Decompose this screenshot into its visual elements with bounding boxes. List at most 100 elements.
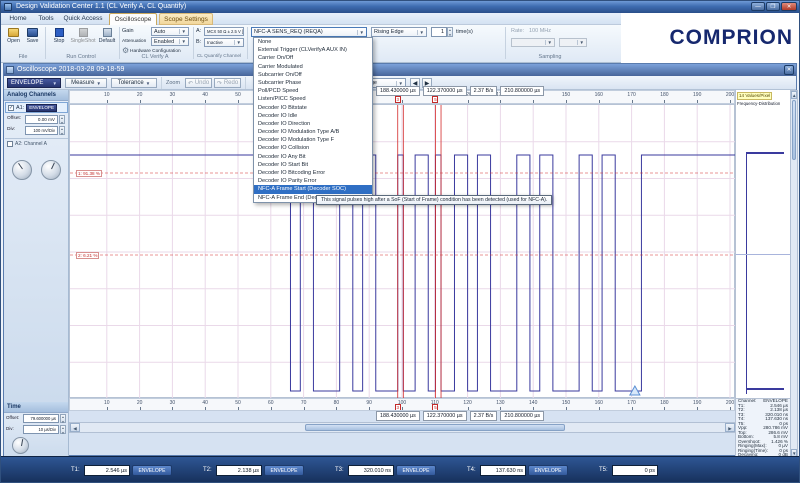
trigger-dropdown-item[interactable]: Decoder IO Bitstate xyxy=(254,104,372,112)
vscroll-thumb[interactable] xyxy=(792,100,796,160)
overlay-value[interactable]: 188.430000 µs xyxy=(376,411,420,421)
t4-channel-chip[interactable]: ENVELOPE xyxy=(528,465,568,476)
tab-scope-settings[interactable]: Scope Settings xyxy=(159,13,213,25)
maximize-button[interactable]: ❐ xyxy=(766,2,780,11)
overlay-value[interactable]: 210.800000 µs xyxy=(500,411,545,421)
tab-oscilloscope[interactable]: Oscilloscope xyxy=(109,13,157,25)
time-div-field[interactable]: 10 µs/Div xyxy=(23,425,59,434)
cl-verify-group-label: CL Verify A xyxy=(141,54,169,60)
time-div-stepper[interactable]: ▲ ▼ xyxy=(60,425,66,435)
t1-channel-chip[interactable]: ENVELOPE xyxy=(132,465,172,476)
save-button[interactable]: Save xyxy=(24,28,41,44)
cursor-tag[interactable]: 5 xyxy=(432,404,439,410)
channel-a-combo[interactable]: MCX 50 Ω ± 2.5 V [E]▼ xyxy=(204,27,244,36)
scroll-right-arrow[interactable]: ▶ xyxy=(725,423,735,432)
t2-channel-chip[interactable]: ENVELOPE xyxy=(264,465,304,476)
trigger-dropdown-item[interactable]: Decoder IO Start Bit xyxy=(254,161,372,169)
trigger-dropdown-item[interactable]: Decoder IO Direction xyxy=(254,120,372,128)
trigger-dropdown-item[interactable]: Subcarrier Phase xyxy=(254,79,372,87)
trigger-count-stepper[interactable]: ▲ ▼ xyxy=(447,27,453,37)
zoom-undo-button[interactable]: ↶ Undo xyxy=(185,78,212,88)
trigger-dropdown-item[interactable]: NFC-A Frame Start (Decoder SOC) xyxy=(254,185,372,194)
vertical-scrollbar[interactable]: ▲ ▼ xyxy=(790,90,798,457)
trigger-dropdown-item[interactable]: Decoder IO Idle xyxy=(254,112,372,120)
overlay-value[interactable]: 122.370000 µs xyxy=(422,86,467,96)
scope-close-button[interactable]: ✕ xyxy=(784,65,794,75)
trigger-dropdown-item[interactable]: Decoder IO Bitcoding Error xyxy=(254,169,372,177)
t3-value-field[interactable]: 320.010 ns xyxy=(348,465,394,476)
scroll-up-arrow[interactable]: ▲ xyxy=(791,91,797,99)
overlay-value[interactable]: 2.37 B/s xyxy=(469,86,498,96)
close-button[interactable]: ✕ xyxy=(781,2,797,11)
offset-knob[interactable] xyxy=(12,160,32,180)
trigger-edge-combo[interactable]: Rising Edge ▼ xyxy=(371,27,427,37)
trigger-dropdown-item[interactable]: Carrier Modulated xyxy=(254,63,372,71)
tab-tools[interactable]: Tools xyxy=(33,13,59,25)
threshold-label[interactable]: 2: 6.21 % xyxy=(76,252,100,259)
default-button[interactable]: Default xyxy=(97,28,117,44)
trigger-dropdown[interactable]: None External Trigger (CLVerifyA AUX IN) C… xyxy=(253,37,373,203)
scroll-thumb[interactable] xyxy=(305,424,565,431)
sampling-group-label: Sampling xyxy=(538,54,562,60)
ruler-tick-mark xyxy=(500,100,502,103)
trigger-dropdown-item[interactable]: Decoder IO Parity Error xyxy=(254,177,372,185)
plot-area[interactable]: 1: 91.38 % 2: 6.21 % xyxy=(69,104,736,399)
time-offset-stepper[interactable]: ▲ ▼ xyxy=(60,414,66,424)
t3-channel-chip[interactable]: ENVELOPE xyxy=(396,465,436,476)
trigger-dropdown-item[interactable]: Carrier On/Off xyxy=(254,54,372,62)
channel-b-combo[interactable]: Inactive ▼ xyxy=(204,38,244,47)
trigger-dropdown-item[interactable]: None xyxy=(254,38,372,46)
trigger-count-field[interactable]: 1 xyxy=(431,27,447,37)
zoom-redo-button[interactable]: ↷ Redo xyxy=(214,78,241,88)
scale-knob[interactable] xyxy=(41,160,61,180)
offset-stepper[interactable]: ▲ ▼ xyxy=(59,115,65,125)
trigger-dropdown-item[interactable]: Poll/PCD Speed xyxy=(254,87,372,95)
chevron-down-icon: ▼ xyxy=(544,40,552,45)
trigger-dropdown-item[interactable]: Subcarrier On/Off xyxy=(254,71,372,79)
channel-a1-row[interactable]: ✓ A1: ENVELOPE xyxy=(5,102,68,113)
t5-value-field[interactable]: 0 ps xyxy=(612,465,658,476)
trigger-source-combo[interactable]: NFC-A SENS_REQ (REQA) ▼ xyxy=(251,27,367,37)
trigger-dropdown-item[interactable]: Decoder IO Collision xyxy=(254,144,372,152)
div-value-field[interactable]: 100 mV/Div xyxy=(25,126,58,135)
overlay-value[interactable]: 122.370000 µs xyxy=(422,411,467,421)
attenuation-combo[interactable]: Enabled ▼ xyxy=(151,37,189,46)
trigger-dropdown-item[interactable]: Decoder IO Modulation Type A/B xyxy=(254,128,372,136)
trigger-dropdown-item[interactable]: Decoder IO Modulation Type F xyxy=(254,136,372,144)
cursor-tag[interactable]: 3 xyxy=(394,404,401,410)
channel-a1-name-chip[interactable]: ENVELOPE xyxy=(26,103,58,112)
cursor-tag[interactable]: 3 xyxy=(394,96,401,103)
overlay-value[interactable]: 188.430000 µs xyxy=(376,86,420,96)
channel-select-chip[interactable]: ENVELOPE ▼ xyxy=(7,78,61,88)
overlay-value[interactable]: 2.37 B/s xyxy=(469,411,498,421)
single-shot-button[interactable]: SingleShot xyxy=(70,28,96,44)
div-stepper[interactable]: ▲ ▼ xyxy=(59,126,65,136)
minimize-button[interactable]: — xyxy=(751,2,765,11)
overlay-value[interactable]: 210.800000 µs xyxy=(500,86,545,96)
open-button[interactable]: Open xyxy=(5,28,22,44)
ruler-bottom[interactable]: 10 20 30 40 50 60 70 80 90 100 110 120 130 140 150 160 1… xyxy=(69,398,735,411)
time-knob[interactable] xyxy=(12,437,29,454)
trigger-dropdown-item[interactable]: External Trigger (CLVerifyA AUX IN) xyxy=(254,46,372,54)
stop-button[interactable]: Stop xyxy=(49,28,69,44)
measure-button[interactable]: Measure ▼ xyxy=(65,78,107,88)
trigger-dropdown-item[interactable]: Listen/PICC Speed xyxy=(254,95,372,103)
threshold-label[interactable]: 1: 91.38 % xyxy=(76,170,102,177)
horizontal-scrollbar[interactable]: ◀ ▶ xyxy=(69,422,735,433)
channel-a1-checkbox[interactable]: ✓ xyxy=(8,104,14,111)
channel-a2-checkbox[interactable] xyxy=(7,141,13,147)
channel-a2-row[interactable]: A2: Channel A xyxy=(5,138,68,149)
time-offset-field[interactable]: 79.600000 µs xyxy=(23,414,59,423)
offset-value-field[interactable]: 0.00 mV xyxy=(25,115,58,124)
tab-quick-access[interactable]: Quick Access xyxy=(61,13,105,25)
t1-value-field[interactable]: 2.546 µs xyxy=(84,465,130,476)
cursor-tag[interactable]: 5 xyxy=(432,96,439,103)
tab-home[interactable]: Home xyxy=(5,13,31,25)
trigger-dropdown-item[interactable]: Decoder IO Any Bit xyxy=(254,153,372,161)
ruler-tick-mark xyxy=(172,407,174,410)
gain-combo[interactable]: Auto ▼ xyxy=(151,27,189,36)
t2-value-field[interactable]: 2.138 µs xyxy=(216,465,262,476)
t4-value-field[interactable]: 137.630 ns xyxy=(480,465,526,476)
scroll-left-arrow[interactable]: ◀ xyxy=(70,423,80,432)
tolerance-button[interactable]: Tolerance ▼ xyxy=(111,78,157,88)
